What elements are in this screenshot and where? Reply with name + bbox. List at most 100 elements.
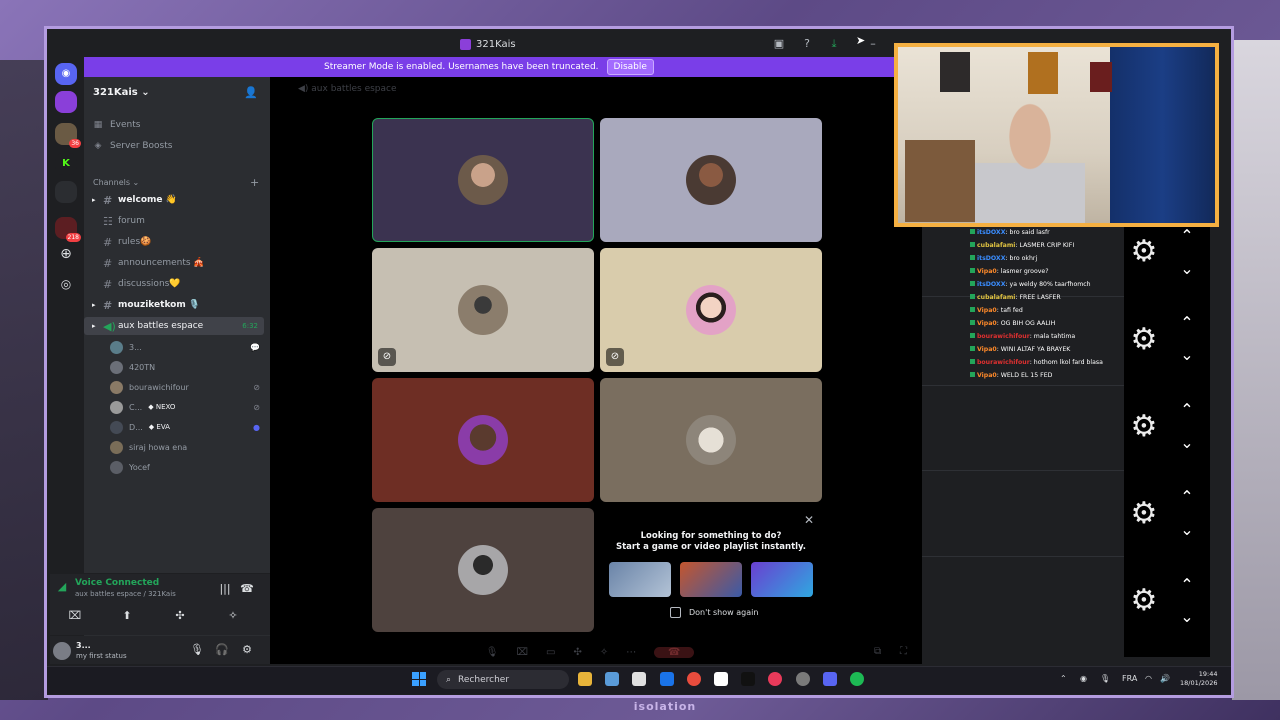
activities-icon[interactable]: ✣: [172, 609, 188, 622]
headphones-icon[interactable]: 🎧: [214, 643, 230, 656]
activity-card[interactable]: [751, 562, 813, 597]
noise-suppression-icon[interactable]: |||: [217, 582, 233, 595]
settings-gear-icon[interactable]: ⚙: [1128, 498, 1160, 530]
participant-tile[interactable]: [600, 118, 822, 242]
participant-tile[interactable]: [372, 118, 594, 242]
voice-member[interactable]: siraj howa ena: [110, 439, 264, 455]
screen-share-icon[interactable]: ⬆: [119, 609, 135, 622]
server-icon[interactable]: [55, 181, 77, 203]
settings-gear-icon[interactable]: ⚙: [1128, 411, 1160, 443]
voice-member[interactable]: D... ◆ EVA ●: [110, 419, 264, 435]
voice-member[interactable]: 3... 💬: [110, 339, 264, 355]
chevron-down-icon[interactable]: ⌄: [1176, 261, 1198, 277]
language-indicator[interactable]: FRA: [1122, 674, 1137, 683]
taskbar-clock[interactable]: 19:44 18/01/2026: [1180, 670, 1217, 688]
screen-share-icon[interactable]: ▭: [546, 647, 555, 658]
obs-icon[interactable]: [796, 672, 810, 686]
participant-tile[interactable]: ⊘: [372, 248, 594, 372]
chevron-down-icon[interactable]: ⌄: [1176, 609, 1198, 625]
activity-card[interactable]: [680, 562, 742, 597]
chevron-up-icon[interactable]: ⌃: [1176, 228, 1198, 244]
microphone-icon[interactable]: 🎙: [189, 643, 205, 656]
chevron-down-icon[interactable]: ⌄: [1176, 522, 1198, 538]
camera-off-icon[interactable]: ⌧: [67, 609, 83, 622]
tiktok-icon[interactable]: [741, 672, 755, 686]
channel-mouziketkom[interactable]: ▸ # mouziketkom 🎙️: [84, 296, 264, 314]
discord-icon[interactable]: [823, 672, 837, 686]
soundboard-icon[interactable]: ✧: [600, 647, 608, 658]
notion-icon[interactable]: [714, 672, 728, 686]
settings-gear-icon[interactable]: ⚙: [1128, 236, 1160, 268]
voice-member[interactable]: bourawichifour ⊘: [110, 379, 264, 395]
discord-home-icon[interactable]: ◉: [55, 63, 77, 85]
participant-tile[interactable]: ⊘: [600, 248, 822, 372]
activities-icon[interactable]: ✣: [573, 647, 581, 658]
user-status[interactable]: my first status: [76, 652, 127, 660]
checkbox-box[interactable]: [670, 607, 681, 618]
discover-icon[interactable]: ◎: [55, 273, 77, 295]
channel-aux-battles-espace[interactable]: ▸ ◀) aux battles espace 6:32: [84, 317, 264, 335]
microphone-icon[interactable]: 🎙: [1100, 674, 1110, 683]
close-icon[interactable]: ✕: [804, 513, 814, 527]
user-name[interactable]: 3...: [76, 641, 91, 650]
chevron-up-icon[interactable]: ⌃: [1176, 402, 1198, 418]
chevron-up-icon[interactable]: ⌃: [1176, 489, 1198, 505]
server-icon[interactable]: 36: [55, 123, 81, 148]
dont-show-again-checkbox[interactable]: Don't show again: [670, 607, 758, 618]
voice-status[interactable]: Voice Connected: [75, 578, 159, 588]
participant-tile[interactable]: [372, 508, 594, 632]
chevron-up-icon[interactable]: ⌃: [1176, 315, 1198, 331]
help-icon[interactable]: ?: [800, 37, 814, 51]
camera-off-icon[interactable]: ⌧: [516, 647, 528, 658]
voice-member[interactable]: 420TN: [110, 359, 264, 375]
add-server-icon[interactable]: ⊕: [55, 243, 77, 265]
popout-icon[interactable]: ⧉: [874, 646, 881, 657]
sidebar-item-events[interactable]: ▦ Events: [92, 120, 141, 130]
chevron-up-icon[interactable]: ⌃: [1060, 674, 1067, 683]
chevron-down-icon[interactable]: ⌄: [1176, 347, 1198, 363]
server-icon[interactable]: 218: [55, 217, 81, 242]
tray-app-icon[interactable]: ◉: [1080, 674, 1087, 683]
windows-start-icon[interactable]: [412, 672, 426, 686]
leave-call-button[interactable]: ☎: [654, 646, 695, 658]
voice-subtitle[interactable]: aux battles espace / 321Kais: [75, 590, 176, 598]
channel-announcements[interactable]: # announcements 🎪: [84, 254, 264, 272]
file-explorer-icon[interactable]: [578, 672, 592, 686]
channel-rules[interactable]: # rules🍪: [84, 233, 264, 251]
signal-icon[interactable]: ◢: [54, 580, 70, 593]
channels-header[interactable]: Channels ⌄: [93, 178, 139, 187]
screen-share-icon[interactable]: ▣: [772, 37, 786, 51]
disable-streamer-mode-button[interactable]: Disable: [606, 59, 654, 75]
add-channel-icon[interactable]: +: [250, 176, 259, 189]
participant-tile[interactable]: [372, 378, 594, 502]
chevron-up-icon[interactable]: ⌃: [1176, 577, 1198, 593]
spotify-icon[interactable]: [850, 672, 864, 686]
soundboard-icon[interactable]: ✧: [225, 609, 241, 622]
chrome-icon[interactable]: [687, 672, 701, 686]
settings-gear-icon[interactable]: ⚙: [1128, 585, 1160, 617]
download-icon[interactable]: ⤓: [827, 37, 841, 51]
server-icon[interactable]: [55, 91, 77, 113]
kick-server-icon[interactable]: K: [55, 153, 77, 175]
taskbar-search[interactable]: ⌕ Rechercher: [437, 670, 569, 689]
store-icon[interactable]: [632, 672, 646, 686]
participant-tile[interactable]: [600, 378, 822, 502]
server-name[interactable]: 321Kais ⌄: [93, 87, 150, 98]
outlook-icon[interactable]: [660, 672, 674, 686]
minimize-icon[interactable]: –: [866, 37, 880, 51]
settings-gear-icon[interactable]: ⚙: [1128, 324, 1160, 356]
activity-card[interactable]: [609, 562, 671, 597]
invite-people-icon[interactable]: 👤: [244, 86, 258, 99]
taskbar-app-icon[interactable]: [605, 672, 619, 686]
chevron-down-icon[interactable]: ⌄: [1176, 435, 1198, 451]
disconnect-icon[interactable]: ☎: [239, 582, 255, 595]
more-options-icon[interactable]: ⋯: [626, 647, 636, 658]
voice-member[interactable]: C... ◆ NEXO ⊘: [110, 399, 264, 415]
opera-icon[interactable]: [768, 672, 782, 686]
voice-member[interactable]: Yocef: [110, 459, 264, 475]
fullscreen-icon[interactable]: ⛶: [900, 646, 907, 657]
channel-discussions[interactable]: # discussions💛: [84, 275, 264, 293]
microphone-icon[interactable]: 🎙: [486, 647, 499, 658]
volume-icon[interactable]: 🔊: [1160, 674, 1170, 683]
sidebar-item-server-boosts[interactable]: ◈ Server Boosts: [92, 141, 173, 151]
